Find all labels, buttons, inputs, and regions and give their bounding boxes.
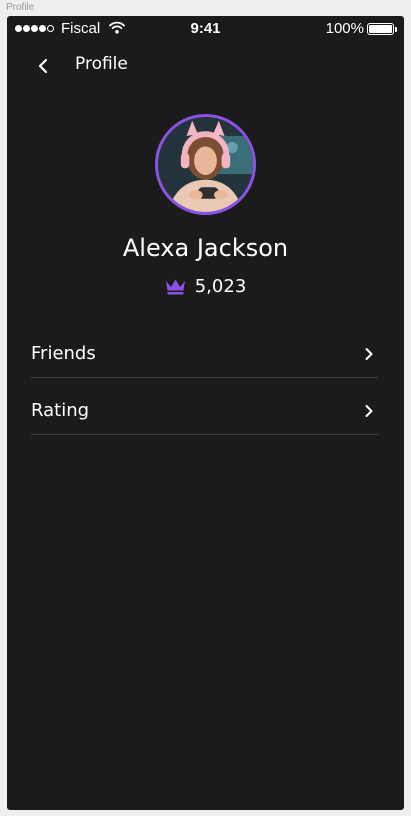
battery-icon [367,23,397,35]
menu-item-rating[interactable]: Rating [31,387,378,435]
back-button[interactable] [33,54,53,78]
score-row: 5,023 [7,276,404,297]
frame-label: Profile [6,2,35,13]
chevron-right-icon [365,404,373,417]
chevron-left-icon [38,58,48,74]
crown-icon [165,279,185,295]
menu-item-label: Friends [31,343,96,364]
battery-percentage: 100% [325,20,364,37]
phone-screen: Fiscal 9:41 100% Profile Alexa Jackson 5… [7,16,404,810]
user-name: Alexa Jackson [122,234,289,262]
menu-item-label: Rating [31,400,90,421]
chevron-right-icon [365,347,373,360]
score-value: 5,023 [194,276,247,297]
avatar [155,114,256,215]
page-title: Profile [75,54,128,74]
status-bar: Fiscal 9:41 100% [7,16,404,42]
menu-item-friends[interactable]: Friends [31,330,378,378]
